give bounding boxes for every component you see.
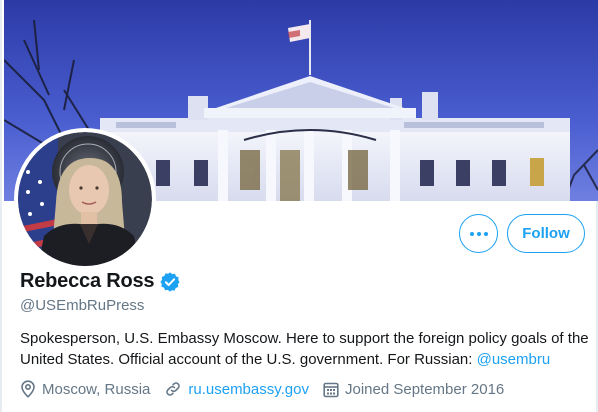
bio: Spokesperson, U.S. Embassy Moscow. Here …: [20, 328, 590, 370]
bio-mention-link[interactable]: @usembru: [477, 351, 551, 368]
location-text: Moscow, Russia: [42, 380, 151, 398]
website: ru.usembassy.gov: [164, 380, 309, 398]
map-pin-icon: [21, 380, 35, 398]
name-row: Rebecca Ross: [20, 270, 181, 293]
joined-text: Joined September 2016: [344, 380, 505, 398]
profile-card: Follow Rebecca Ross @USEmbRuPress Spokes…: [0, 0, 598, 412]
location: Moscow, Russia: [20, 380, 150, 398]
profile-meta: Moscow, Russia ru.usembassy.gov Joined S…: [20, 380, 518, 398]
joined-date: Joined September 2016: [323, 381, 504, 398]
display-name[interactable]: Rebecca Ross: [20, 270, 155, 293]
username-handle: @USEmbRuPress: [20, 297, 145, 314]
avatar[interactable]: [14, 128, 156, 270]
verified-badge-icon: [160, 271, 180, 292]
follow-button[interactable]: Follow: [507, 214, 585, 253]
calendar-icon: [323, 382, 339, 397]
link-icon: [166, 382, 181, 396]
more-horizontal-icon: [469, 231, 488, 236]
more-options-button[interactable]: [459, 214, 498, 253]
website-link[interactable]: ru.usembassy.gov: [188, 381, 309, 398]
